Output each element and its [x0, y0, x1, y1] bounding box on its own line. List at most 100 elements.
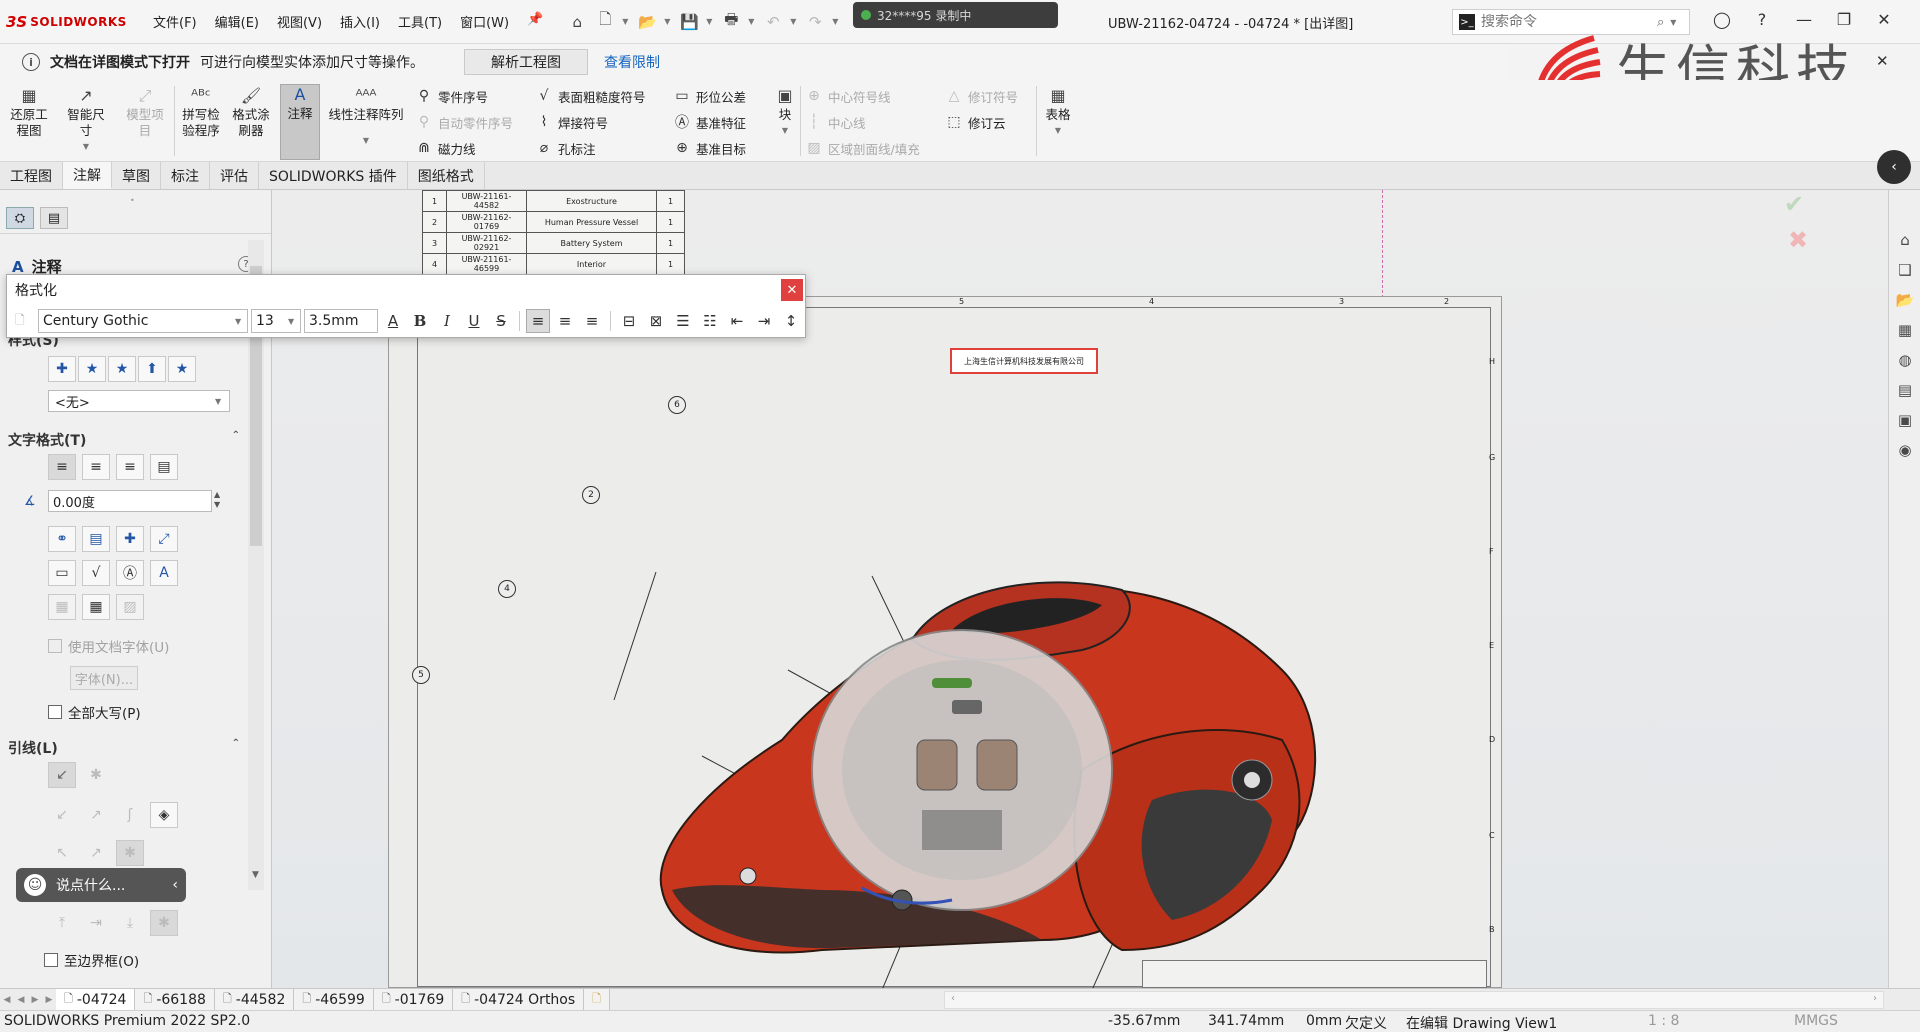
panel-resize-grip-icon[interactable]: • — [130, 196, 135, 205]
italic-button[interactable]: I — [435, 309, 459, 333]
3d-experience-icon[interactable]: ◉ — [1893, 438, 1917, 462]
balloon-5[interactable]: 5 — [412, 666, 430, 684]
tab-solidworks-addins[interactable]: SOLIDWORKS 插件 — [259, 162, 408, 189]
revision-symbol-button[interactable]: △ 修订符号 — [944, 84, 1018, 108]
align-right-icon[interactable]: ≡ — [116, 454, 144, 480]
link-to-property-icon[interactable]: ▤ — [82, 526, 110, 552]
formatting-dialog[interactable]: 格式化 ✕ 🗋 Century Gothic ▼ 13 ▼ 3.5mm A B … — [6, 274, 806, 338]
leader-bent-icon[interactable]: ↗ — [82, 802, 110, 828]
pin-icon[interactable]: 📌 — [518, 12, 552, 31]
line-spacing-icon[interactable]: ↕ — [779, 309, 803, 333]
restore-drawing-button[interactable]: ▦ 还原工 程图 — [6, 86, 52, 139]
appearances-icon[interactable]: ◍ — [1893, 348, 1917, 372]
chevron-down-icon[interactable]: ▼ — [781, 123, 789, 139]
scroll-left-icon[interactable]: ‹ — [951, 993, 955, 1004]
balloon-6[interactable]: 6 — [668, 396, 686, 414]
unit-system[interactable]: MMGS — [1794, 1013, 1838, 1029]
balloon-2[interactable]: 2 — [582, 486, 600, 504]
revision-cloud-button[interactable]: ⬚ 修订云 — [944, 110, 1005, 134]
view-palette-icon[interactable]: ▦ — [1893, 318, 1917, 342]
align-right-icon[interactable]: ≡ — [580, 309, 604, 333]
balloon-4[interactable]: 4 — [498, 580, 516, 598]
model-items-button[interactable]: ⤢ 模型项 目 — [120, 86, 170, 139]
strikethrough-button[interactable]: S — [489, 309, 513, 333]
leader-pin-icon[interactable]: ✱ — [82, 762, 110, 788]
forum-icon[interactable]: ▣ — [1893, 408, 1917, 432]
to-border-checkbox[interactable]: 至边界框(O) — [44, 950, 139, 970]
open-folder-icon[interactable]: 📂 — [636, 11, 658, 33]
align-left-icon[interactable]: ≡ — [48, 454, 76, 480]
sheet-tab[interactable]: 🗋 -04724 — [56, 988, 136, 1011]
watermark-close-icon[interactable]: ✕ — [1876, 52, 1889, 70]
block-button[interactable]: ▣ 块 ▼ — [770, 86, 800, 139]
leader-section-header[interactable]: 引线(L) ⌃ — [8, 738, 240, 758]
justify-icon[interactable]: ▤ — [150, 454, 178, 480]
chevron-down-icon[interactable]: ▼ — [622, 17, 630, 26]
table-row[interactable]: 3 UBW-21162-02921 Battery System 1 — [422, 232, 685, 254]
horizontal-scrollbar[interactable]: ‹ › — [944, 991, 1884, 1009]
menu-file[interactable]: 文件(F) — [144, 12, 206, 31]
load-style-icon[interactable]: ★ — [168, 356, 196, 382]
leader-middle-icon[interactable]: ⇥ — [82, 910, 110, 936]
favorite-star-icon[interactable]: ★ — [78, 356, 106, 382]
chevron-down-icon[interactable]: ▼ — [706, 17, 714, 26]
scroll-right-icon[interactable]: › — [1873, 993, 1877, 1004]
surface-finish-icon[interactable]: √ — [82, 560, 110, 586]
linear-note-pattern-button[interactable]: ᴬᴬᴬ 线性注释阵列 ▼ — [324, 86, 408, 149]
angle-spinner-icon[interactable]: ▲ ▼ — [214, 490, 220, 510]
print-icon[interactable]: 🖶 — [720, 10, 742, 33]
font-height-field[interactable]: 3.5mm — [304, 309, 378, 333]
center-mark-button[interactable]: ⊕ 中心符号线 — [804, 84, 890, 108]
balloon-button[interactable]: ⚲ 零件序号 — [414, 84, 488, 108]
close-icon[interactable]: ✕ — [781, 279, 803, 301]
leader-left-icon[interactable]: ↖ — [48, 840, 76, 866]
surface-finish-button[interactable]: √ 表面粗糙度符号 — [534, 84, 646, 108]
company-note[interactable]: 上海生信计算机科技发展有限公司 — [950, 348, 1098, 374]
view-limitations-link[interactable]: 查看限制 — [604, 52, 660, 72]
use-document-font-checkbox[interactable]: 使用文档字体(U) — [48, 636, 169, 656]
geometric-tolerance-icon[interactable]: ▭ — [48, 560, 76, 586]
text-color-icon[interactable]: A — [381, 309, 405, 333]
design-library-icon[interactable]: ❑ — [1893, 258, 1917, 282]
spell-checker-button[interactable]: ᴬᴮᶜ 拼写检 验程序 — [178, 86, 224, 139]
first-sheet-icon[interactable]: ◀ — [0, 991, 14, 1009]
undo-icon[interactable]: ↶ — [762, 11, 784, 33]
style-select[interactable]: <无> ▼ — [48, 390, 230, 412]
tab-sheet-format[interactable]: 图纸格式 — [408, 162, 485, 189]
datum-target-button[interactable]: ⊕ 基准目标 — [672, 136, 746, 160]
leader-spline-icon[interactable]: ʃ — [116, 802, 144, 828]
add-style-icon[interactable]: ✚ — [48, 356, 76, 382]
cancel-x-icon[interactable]: ✖ — [1788, 226, 1808, 254]
insert-revision-icon[interactable]: ▦ — [82, 594, 110, 620]
tab-annotation[interactable]: 注解 — [63, 162, 112, 189]
sheet-tab[interactable]: 🗋 -01769 — [373, 988, 454, 1011]
align-center-icon[interactable]: ≡ — [82, 454, 110, 480]
home-icon[interactable]: ⌂ — [566, 11, 588, 33]
task-pane-collapse-icon[interactable]: ‹ — [1877, 150, 1911, 184]
text-format-section-header[interactable]: 文字格式(T) ⌃ — [8, 430, 240, 450]
auto-balloon-button[interactable]: ⚲ 自动零件序号 — [414, 110, 513, 134]
leader-bottom-icon[interactable]: ⤓ — [116, 910, 144, 936]
bold-button[interactable]: B — [408, 309, 432, 333]
chevron-up-icon[interactable]: ⌃ — [232, 738, 240, 758]
chat-input-bubble[interactable]: ☺ 说点什么... ‹ — [16, 868, 186, 902]
datum-feature-icon[interactable]: Ⓐ — [116, 560, 144, 586]
custom-properties-icon[interactable]: ▤ — [1893, 378, 1917, 402]
increase-indent-icon[interactable]: ⇥ — [752, 309, 776, 333]
chevron-down-icon[interactable]: ▼ — [82, 139, 90, 155]
tab-drawing[interactable]: 工程图 — [0, 162, 63, 189]
tab-sketch[interactable]: 草图 — [112, 162, 161, 189]
solidworks-logo[interactable]: 3S SOLIDWORKS — [0, 13, 130, 31]
magnetic-line-button[interactable]: ⋒ 磁力线 — [414, 136, 475, 160]
symbol-icon[interactable]: ⊠ — [644, 309, 668, 333]
stack-note-icon[interactable]: A — [150, 560, 178, 586]
font-button[interactable]: 字体(N)... — [70, 666, 138, 690]
leader-top-icon[interactable]: ⤒ — [48, 910, 76, 936]
leader-underline-icon[interactable]: ✱ — [150, 910, 178, 936]
geometric-tolerance-button[interactable]: ▭ 形位公差 — [672, 84, 746, 108]
lock-symbol-icon[interactable]: ⤢ — [150, 526, 178, 552]
sheet-tab[interactable]: 🗋 -66188 — [135, 988, 215, 1011]
screen-recorder-pill[interactable]: 32****95 录制中 — [853, 2, 1058, 28]
leader-right-icon[interactable]: ↗ — [82, 840, 110, 866]
menu-window[interactable]: 窗口(W) — [451, 12, 518, 31]
